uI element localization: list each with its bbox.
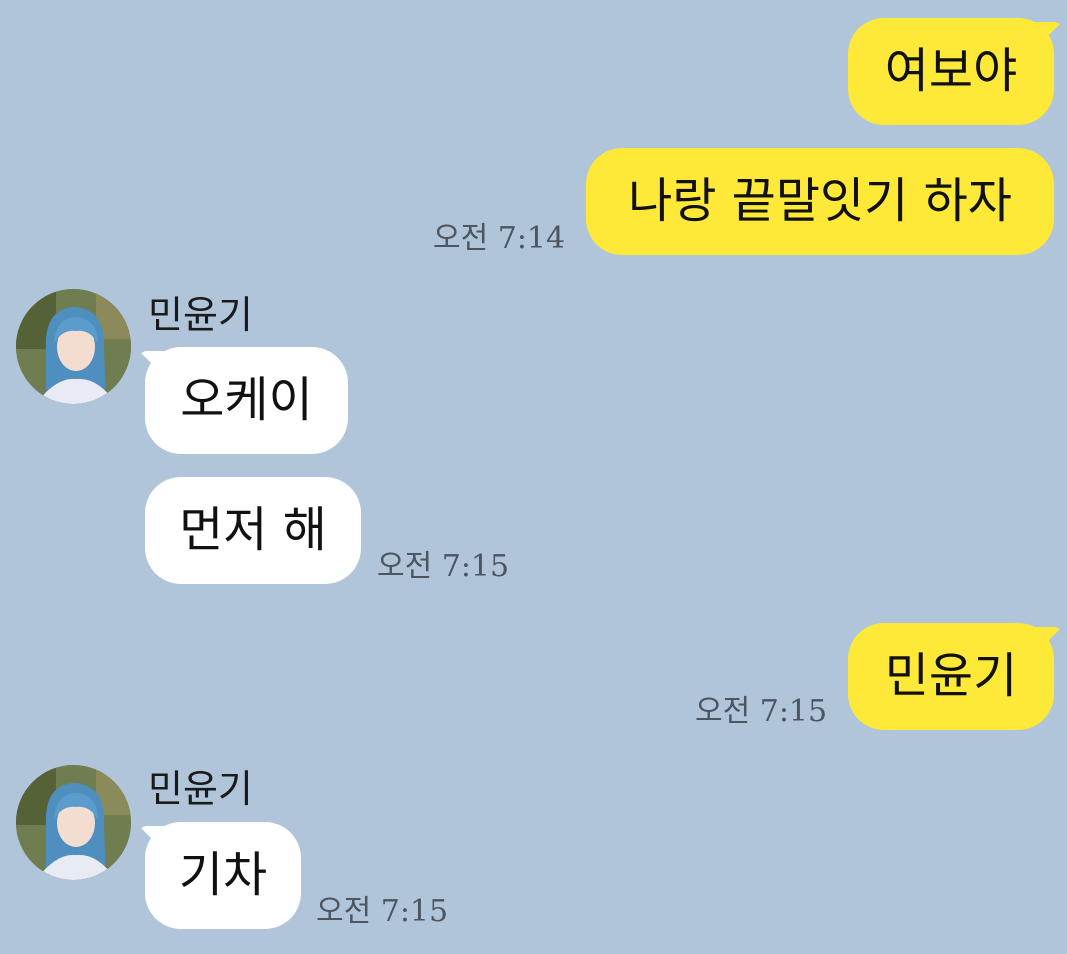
message-text: 여보야 — [884, 43, 1018, 99]
their-message-bubble[interactable]: 기차 — [145, 822, 301, 929]
my-message-bubble[interactable]: 여보야 — [848, 18, 1054, 125]
message-text: 민윤기 — [884, 648, 1018, 704]
message-text: 기차 — [178, 847, 268, 903]
sender-name: 민윤기 — [148, 767, 253, 811]
profile-photo-icon — [16, 289, 131, 404]
avatar[interactable] — [16, 289, 131, 404]
their-message-bubble[interactable]: 먼저 해 — [145, 477, 361, 584]
message-timestamp: 오전 7:15 — [695, 694, 828, 729]
my-message-bubble[interactable]: 나랑 끝말잇기 하자 — [586, 148, 1054, 255]
message-timestamp: 오전 7:15 — [377, 549, 510, 584]
sender-name: 민윤기 — [148, 293, 253, 337]
message-timestamp: 오전 7:15 — [316, 894, 449, 929]
message-timestamp: 오전 7:14 — [433, 221, 566, 256]
my-message-bubble[interactable]: 민윤기 — [848, 623, 1054, 730]
avatar[interactable] — [16, 765, 131, 880]
message-text: 나랑 끝말잇기 하자 — [628, 173, 1012, 229]
profile-photo-icon — [16, 765, 131, 880]
their-message-bubble[interactable]: 오케이 — [145, 347, 348, 454]
message-text: 오케이 — [180, 372, 313, 428]
message-text: 먼저 해 — [179, 502, 327, 558]
